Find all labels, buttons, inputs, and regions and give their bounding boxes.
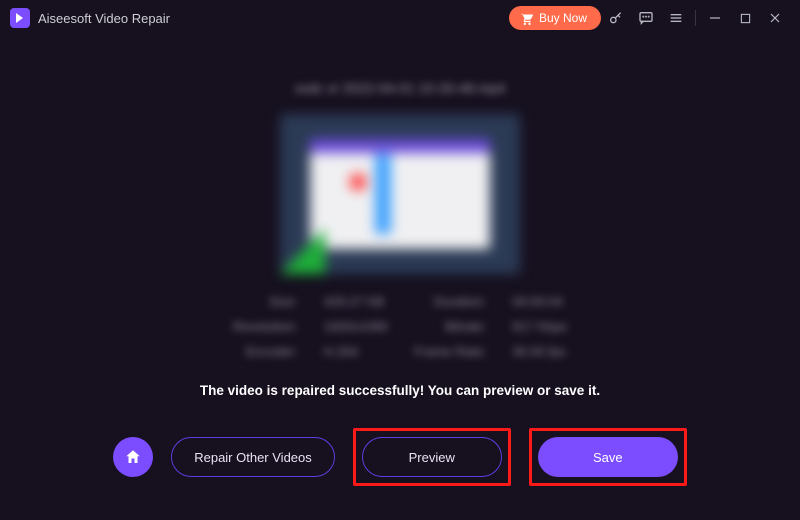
home-icon bbox=[124, 448, 142, 466]
repair-other-videos-label: Repair Other Videos bbox=[194, 450, 312, 465]
meta-framerate-label: Frame Rate: bbox=[414, 344, 486, 359]
meta-size-label: Size: bbox=[233, 294, 298, 309]
meta-duration-value: 00:00:04 bbox=[512, 294, 567, 309]
buy-now-label: Buy Now bbox=[539, 11, 587, 25]
titlebar-separator bbox=[695, 10, 696, 26]
key-icon[interactable] bbox=[601, 0, 631, 36]
buy-now-button[interactable]: Buy Now bbox=[509, 6, 601, 30]
preview-label: Preview bbox=[409, 450, 455, 465]
menu-icon[interactable] bbox=[661, 0, 691, 36]
home-button[interactable] bbox=[113, 437, 153, 477]
save-highlight: Save bbox=[529, 428, 687, 486]
preview-highlight: Preview bbox=[353, 428, 511, 486]
meta-bitrate-label: Bitrate: bbox=[414, 319, 486, 334]
close-button[interactable] bbox=[760, 0, 790, 36]
save-button[interactable]: Save bbox=[538, 437, 678, 477]
titlebar: Aiseesoft Video Repair Buy Now bbox=[0, 0, 800, 36]
repair-other-videos-button[interactable]: Repair Other Videos bbox=[171, 437, 335, 477]
maximize-button[interactable] bbox=[730, 0, 760, 36]
minimize-button[interactable] bbox=[700, 0, 730, 36]
app-logo-icon bbox=[10, 8, 30, 28]
preview-button[interactable]: Preview bbox=[362, 437, 502, 477]
meta-encoder-label: Encoder: bbox=[233, 344, 298, 359]
feedback-icon[interactable] bbox=[631, 0, 661, 36]
meta-framerate-value: 30.00 fps bbox=[512, 344, 567, 359]
meta-resolution-value: 1920x1080 bbox=[324, 319, 388, 334]
video-thumbnail bbox=[280, 114, 520, 274]
app-title: Aiseesoft Video Repair bbox=[38, 11, 170, 26]
meta-resolution-label: Resolution: bbox=[233, 319, 298, 334]
save-label: Save bbox=[593, 450, 623, 465]
file-name: xxdc vr 2022-04-01 10-33-48.mp4 bbox=[295, 80, 506, 96]
meta-encoder-value: H.264 bbox=[324, 344, 388, 359]
metadata-grid: Size: 429.27 KB Duration: 00:00:04 Resol… bbox=[233, 294, 568, 359]
status-message: The video is repaired successfully! You … bbox=[200, 383, 600, 398]
meta-duration-label: Duration: bbox=[414, 294, 486, 309]
action-row: Repair Other Videos Preview Save bbox=[0, 428, 800, 486]
main-panel: xxdc vr 2022-04-01 10-33-48.mp4 Size: 42… bbox=[0, 36, 800, 520]
meta-size-value: 429.27 KB bbox=[324, 294, 388, 309]
meta-bitrate-value: 817 Kbps bbox=[512, 319, 567, 334]
cart-icon bbox=[519, 11, 533, 25]
